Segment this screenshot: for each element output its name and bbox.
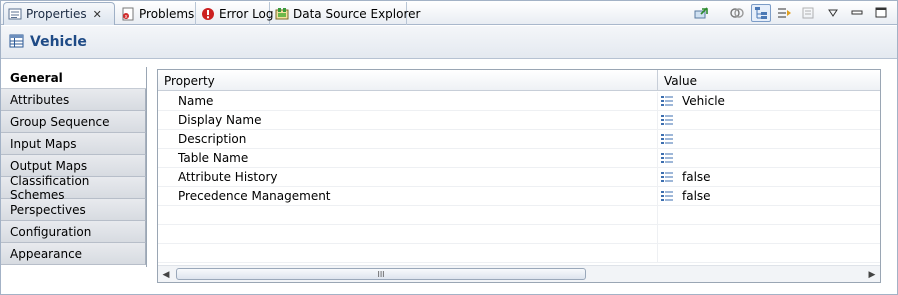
empty-cell: [658, 244, 880, 262]
nav-item-general[interactable]: General: [1, 67, 146, 89]
property-value-icon: [660, 114, 676, 126]
minimize-icon[interactable]: [847, 4, 867, 22]
empty-cell: [658, 206, 880, 224]
property-value[interactable]: Vehicle: [658, 92, 880, 110]
property-name: Name: [158, 92, 658, 110]
column-header-property[interactable]: Property: [158, 70, 658, 91]
property-value-icon: [660, 95, 676, 107]
tab-label: Error Log: [219, 6, 274, 21]
empty-cell: [158, 206, 658, 224]
nav-item-attributes[interactable]: Attributes: [1, 89, 146, 111]
tab-label: Data Source Explorer: [293, 6, 421, 21]
horizontal-scrollbar[interactable]: ◀ III ▶: [158, 265, 880, 282]
section-nav: General Attributes Group Sequence Input …: [1, 67, 147, 267]
table-row[interactable]: Description: [158, 130, 880, 149]
tab-label: Problems: [139, 6, 195, 21]
table-row-empty: [158, 206, 880, 225]
data-source-explorer-icon: [275, 7, 289, 21]
property-name: Display Name: [158, 111, 658, 129]
column-header-value[interactable]: Value: [658, 70, 880, 91]
table-row-empty: [158, 225, 880, 244]
empty-cell: [658, 225, 880, 243]
empty-cell: [158, 244, 658, 262]
property-value-icon: [660, 190, 676, 202]
property-value[interactable]: false: [658, 187, 880, 205]
property-value-text: Vehicle: [682, 94, 725, 108]
property-name: Attribute History: [158, 168, 658, 186]
empty-cell: [158, 225, 658, 243]
table-row[interactable]: Name Vehicle: [158, 92, 880, 111]
property-name: Table Name: [158, 149, 658, 167]
nav-item-appearance[interactable]: Appearance: [1, 243, 146, 265]
close-icon[interactable]: ✕: [93, 8, 102, 21]
svg-text:x: x: [125, 14, 128, 20]
property-value-text: false: [682, 189, 711, 203]
chevron-down-icon[interactable]: [823, 4, 843, 22]
maximize-icon[interactable]: [871, 4, 891, 22]
properties-icon: [8, 7, 22, 21]
page-header: Vehicle: [1, 26, 897, 59]
filter-icon[interactable]: [775, 4, 795, 22]
property-name: Description: [158, 130, 658, 148]
table-row[interactable]: Display Name: [158, 111, 880, 130]
tab-label: Properties: [26, 7, 87, 21]
error-log-icon: [201, 7, 215, 21]
property-name: Precedence Management: [158, 187, 658, 205]
property-table: Property Value Name Vehicle Display Name…: [157, 69, 881, 283]
table-row[interactable]: Table Name: [158, 149, 880, 168]
properties-view: Properties ✕ x Problems Error Log Data S…: [0, 0, 898, 295]
nav-item-classification-schemes[interactable]: Classification Schemes: [1, 174, 146, 202]
scrollbar-grip: III: [377, 269, 385, 279]
property-value[interactable]: false: [658, 168, 880, 186]
tree-icon[interactable]: [751, 4, 771, 22]
property-value-text: false: [682, 170, 711, 184]
property-value[interactable]: [658, 111, 880, 129]
tab-problems[interactable]: x Problems: [117, 2, 196, 25]
tab-data-source-explorer[interactable]: Data Source Explorer: [271, 2, 420, 25]
view-tab-bar: Properties ✕ x Problems Error Log Data S…: [1, 1, 897, 25]
scroll-right-icon[interactable]: ▶: [866, 269, 878, 280]
property-value[interactable]: [658, 149, 880, 167]
property-value-icon: [660, 152, 676, 164]
page-title: Vehicle: [30, 34, 87, 50]
table-row-empty: [158, 244, 880, 263]
property-value[interactable]: [658, 130, 880, 148]
property-value-icon: [660, 171, 676, 183]
table-row[interactable]: Attribute History false: [158, 168, 880, 187]
nav-item-group-sequence[interactable]: Group Sequence: [1, 111, 146, 133]
nav-item-perspectives[interactable]: Perspectives: [1, 199, 146, 221]
scrollbar-thumb[interactable]: III: [176, 268, 586, 280]
scroll-left-icon[interactable]: ◀: [160, 269, 172, 280]
property-value-icon: [660, 133, 676, 145]
table-header: Property Value: [158, 70, 880, 91]
problems-icon: x: [121, 7, 135, 21]
tab-error-log[interactable]: Error Log: [197, 2, 274, 25]
table-body: Name Vehicle Display Name Description Ta…: [158, 92, 880, 263]
link-icon[interactable]: [727, 4, 747, 22]
table-row[interactable]: Precedence Management false: [158, 187, 880, 206]
view-menu-icon[interactable]: [799, 4, 819, 22]
nav-item-configuration[interactable]: Configuration: [1, 221, 146, 243]
view-toolbar: [691, 4, 891, 22]
tab-properties[interactable]: Properties ✕: [3, 2, 115, 25]
nav-item-input-maps[interactable]: Input Maps: [1, 133, 146, 155]
table-icon: [9, 34, 24, 51]
pin-icon[interactable]: [691, 4, 711, 22]
